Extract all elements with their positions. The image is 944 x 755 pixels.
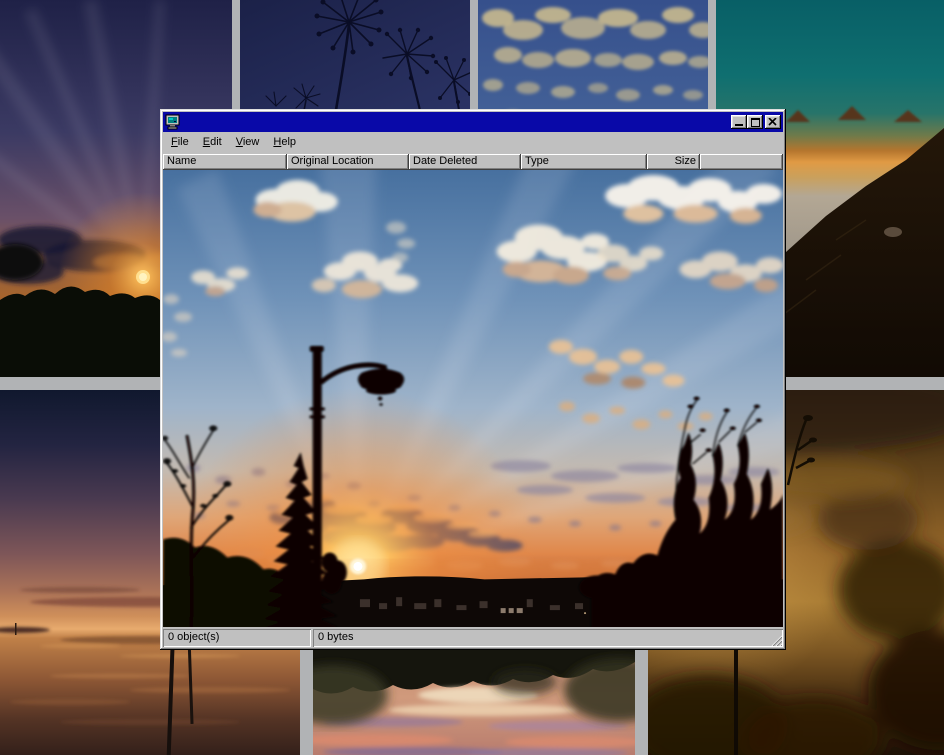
minimize-button[interactable] — [731, 115, 747, 129]
sunset-streetlamp-photo — [163, 170, 783, 627]
menu-view[interactable]: View — [229, 134, 267, 151]
status-object-count: 0 object(s) — [163, 629, 311, 647]
close-icon — [768, 118, 777, 126]
system-menu-computer-icon[interactable] — [165, 114, 181, 130]
column-header-name[interactable]: Name — [163, 154, 287, 170]
maximize-button[interactable] — [747, 115, 763, 129]
column-header-row: Name Original Location Date Deleted Type… — [163, 154, 783, 170]
folder-contents-view[interactable] — [163, 170, 783, 627]
menu-help[interactable]: Help — [266, 134, 303, 151]
menu-bar: File Edit View Help — [163, 132, 783, 152]
close-button[interactable] — [765, 115, 781, 129]
status-byte-count: 0 bytes — [313, 629, 783, 647]
menu-file[interactable]: File — [164, 134, 196, 151]
maximize-icon — [751, 118, 760, 127]
column-header-date-deleted[interactable]: Date Deleted — [409, 154, 521, 170]
file-viewer-window: File Edit View Help Name Original Locati… — [160, 109, 786, 650]
status-bar: 0 object(s) 0 bytes — [163, 629, 783, 647]
column-header-blank[interactable] — [700, 154, 783, 170]
column-header-type[interactable]: Type — [521, 154, 647, 170]
column-header-size[interactable]: Size — [647, 154, 700, 170]
minimize-icon — [735, 124, 743, 126]
desktop-photo-collage: { "window": { "title": "", "menu": [ {"a… — [0, 0, 944, 755]
resize-grip[interactable] — [769, 633, 782, 646]
title-bar[interactable] — [163, 112, 783, 132]
column-header-original-location[interactable]: Original Location — [287, 154, 409, 170]
menu-edit[interactable]: Edit — [196, 134, 229, 151]
